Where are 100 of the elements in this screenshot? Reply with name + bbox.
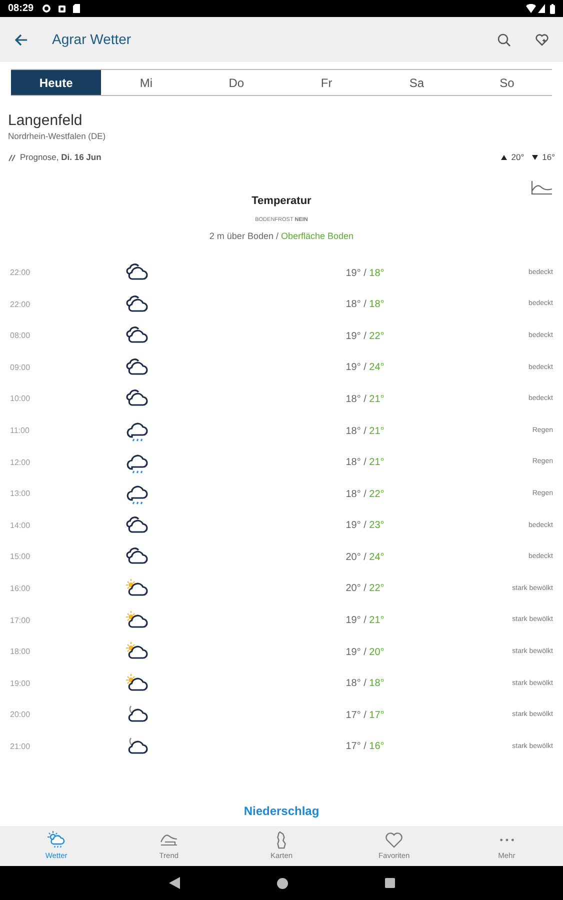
chart-icon <box>531 180 553 195</box>
separator-text: / <box>364 394 366 405</box>
air-temperature: 18° <box>346 394 361 405</box>
favorite-button[interactable] <box>535 32 549 46</box>
air-temperature: 18° <box>346 488 361 500</box>
high-temperature: 20° <box>511 151 524 164</box>
status-time: 08:29 <box>8 2 34 16</box>
signal-icon <box>538 4 545 13</box>
air-temperature: 18° <box>346 457 361 468</box>
air-temperature: 18° <box>346 426 361 437</box>
time-text: 21:00 <box>10 740 32 753</box>
ground-temperature: 18° <box>369 678 384 690</box>
weather-icon <box>46 830 66 850</box>
more-icon <box>500 838 514 842</box>
separator-text: / <box>276 230 278 241</box>
time-text: 19:00 <box>10 678 32 690</box>
ground-temperature: 21° <box>369 615 384 626</box>
air-temperature: 17° <box>346 741 361 752</box>
section-link[interactable]: Niederschlag <box>244 804 320 818</box>
forecast-date: Prognose, Di. 16 Jun <box>20 151 102 164</box>
time-text: 14:00 <box>10 520 32 532</box>
ground-temperature: 22° <box>369 583 384 594</box>
time-text: 22:00 <box>10 298 32 311</box>
heart-icon <box>384 830 404 850</box>
home-nav-button[interactable] <box>276 878 288 888</box>
day-tab[interactable]: Heute <box>11 70 102 95</box>
separator-text: / <box>364 583 366 594</box>
home-circle-icon <box>276 878 288 888</box>
search-icon <box>497 32 511 46</box>
ground-temperature: 24° <box>369 552 384 563</box>
back-triangle-icon <box>168 877 180 889</box>
section-title: Temperatur <box>250 194 312 209</box>
air-temperature: 17° <box>346 710 361 721</box>
up-triangle-icon <box>501 155 508 160</box>
recents-nav-button[interactable] <box>384 878 394 888</box>
wifi-icon <box>526 4 536 13</box>
time-text: 13:00 <box>10 488 32 500</box>
separator-text: / <box>364 678 366 690</box>
air-temperature: 19° <box>346 615 361 626</box>
separator-text: / <box>364 457 366 468</box>
notification-icon <box>58 4 66 12</box>
ground-temperature: 22° <box>369 330 384 342</box>
separator-text: / <box>364 646 366 658</box>
back-button[interactable] <box>14 32 28 46</box>
low-temperature: 16° <box>542 151 555 164</box>
map-icon <box>276 831 286 849</box>
square-icon <box>384 878 394 888</box>
separator-text: / <box>364 710 366 721</box>
time-text: 20:00 <box>10 709 32 722</box>
separator-text: / <box>364 615 366 626</box>
separator-text: / <box>364 426 366 437</box>
separator-text: / <box>364 299 366 310</box>
separator-text: / <box>364 520 366 532</box>
search-button[interactable] <box>497 32 511 46</box>
time-text: 17:00 <box>10 614 32 627</box>
air-temperature: 19° <box>346 520 361 532</box>
air-temperature: 19° <box>346 330 361 342</box>
ground-temperature: 21° <box>369 457 384 468</box>
ground-label: Oberfläche Boden <box>281 230 354 241</box>
sd-card-icon <box>72 4 80 13</box>
location-name: Langenfeld <box>8 113 84 130</box>
separator-text: / <box>364 488 366 500</box>
battery-icon <box>550 4 555 14</box>
air-temperature: 19° <box>346 646 361 658</box>
air-temperature: 20° <box>346 552 361 563</box>
time-text: 12:00 <box>10 456 32 469</box>
separator-text: / <box>364 268 366 279</box>
ground-temperature: 18° <box>369 268 384 279</box>
ground-temperature: 21° <box>369 426 384 437</box>
time-text: 11:00 <box>10 425 30 438</box>
ground-temperature: 16° <box>369 741 384 752</box>
separator-text: / <box>364 741 366 752</box>
separator-text: / <box>364 362 366 374</box>
ground-temperature: 20° <box>369 646 384 658</box>
back-arrow-icon <box>14 32 28 46</box>
ground-temperature: 22° <box>369 488 384 500</box>
air-temperature: 18° <box>346 678 361 690</box>
location-region: Nordrhein-Westfalen (DE) <box>8 130 107 142</box>
time-text: 09:00 <box>10 362 32 374</box>
separator-text: / <box>364 330 366 342</box>
down-triangle-icon <box>532 155 538 160</box>
air-temperature: 19° <box>346 268 361 279</box>
heart-plus-icon <box>535 32 549 46</box>
separator-text: / <box>364 552 366 563</box>
ground-temperature: 21° <box>369 394 384 405</box>
time-text: 18:00 <box>10 646 32 658</box>
ground-temperature: 18° <box>369 299 384 310</box>
air-temperature: 19° <box>346 362 361 374</box>
air-label: 2 m über Boden <box>209 230 274 241</box>
ground-temperature: 17° <box>369 710 384 721</box>
time-text: 15:00 <box>10 551 32 564</box>
back-nav-button[interactable] <box>168 877 180 889</box>
ground-temperature: 24° <box>369 362 384 374</box>
ground-temperature: 23° <box>369 520 384 532</box>
time-text: 16:00 <box>10 582 32 595</box>
time-text: 08:00 <box>10 330 32 342</box>
air-temperature: 18° <box>346 299 361 310</box>
time-text: 22:00 <box>10 267 32 280</box>
time-text: 10:00 <box>10 393 32 406</box>
app-title: Agrar Wetter <box>52 30 132 49</box>
